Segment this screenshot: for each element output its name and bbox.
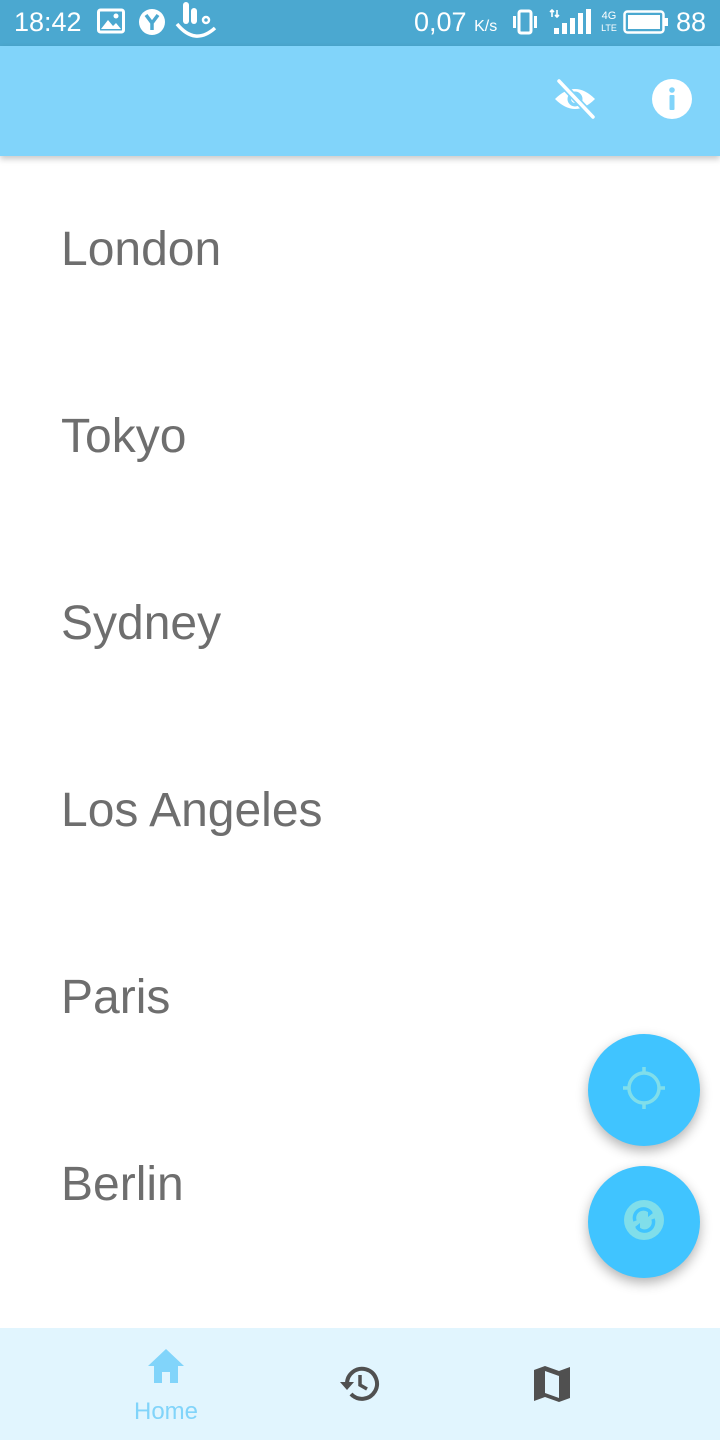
info-button[interactable] bbox=[649, 78, 695, 124]
sync-icon bbox=[622, 1198, 666, 1247]
city-label: Berlin bbox=[61, 1158, 184, 1211]
list-item-sydney[interactable]: Sydney bbox=[0, 530, 720, 717]
status-time: 18:42 bbox=[14, 7, 82, 37]
status-bar: 18:42 0,07 K/s 4G LTE 88 bbox=[0, 0, 720, 46]
refresh-button[interactable] bbox=[588, 1166, 700, 1278]
network-speed: 0,07 K/s bbox=[414, 7, 498, 37]
list-item-tokyo[interactable]: Tokyo bbox=[0, 343, 720, 530]
battery-percent: 88 bbox=[676, 7, 707, 37]
list-item-los-angeles[interactable]: Los Angeles bbox=[0, 717, 720, 904]
home-icon bbox=[145, 1346, 187, 1388]
nav-item-map[interactable] bbox=[452, 1328, 652, 1440]
nav-label-home: Home bbox=[133, 1398, 199, 1425]
nav-item-history[interactable] bbox=[259, 1328, 459, 1440]
history-icon bbox=[338, 1363, 380, 1405]
map-icon bbox=[531, 1363, 573, 1405]
city-label: Tokyo bbox=[61, 410, 187, 463]
city-label: Los Angeles bbox=[61, 784, 323, 837]
yandex-icon bbox=[138, 8, 166, 43]
signal-icon bbox=[548, 8, 592, 43]
city-label: London bbox=[61, 223, 222, 276]
crosshair-icon bbox=[620, 1064, 668, 1117]
bottom-navigation: Home bbox=[0, 1328, 720, 1440]
vibrate-icon bbox=[512, 8, 538, 43]
nav-item-home[interactable]: Home bbox=[66, 1328, 266, 1440]
network-type: 4G LTE bbox=[601, 10, 617, 33]
locate-button[interactable] bbox=[588, 1034, 700, 1146]
visibility-off-icon bbox=[552, 76, 598, 127]
city-label: Sydney bbox=[61, 597, 222, 650]
app-bar bbox=[0, 46, 720, 156]
list-item-london[interactable]: London bbox=[0, 156, 720, 343]
visibility-off-button[interactable] bbox=[552, 78, 598, 124]
battery-icon bbox=[623, 9, 669, 42]
gallery-icon bbox=[97, 8, 125, 41]
info-icon bbox=[650, 77, 694, 126]
city-label: Paris bbox=[61, 971, 171, 1024]
